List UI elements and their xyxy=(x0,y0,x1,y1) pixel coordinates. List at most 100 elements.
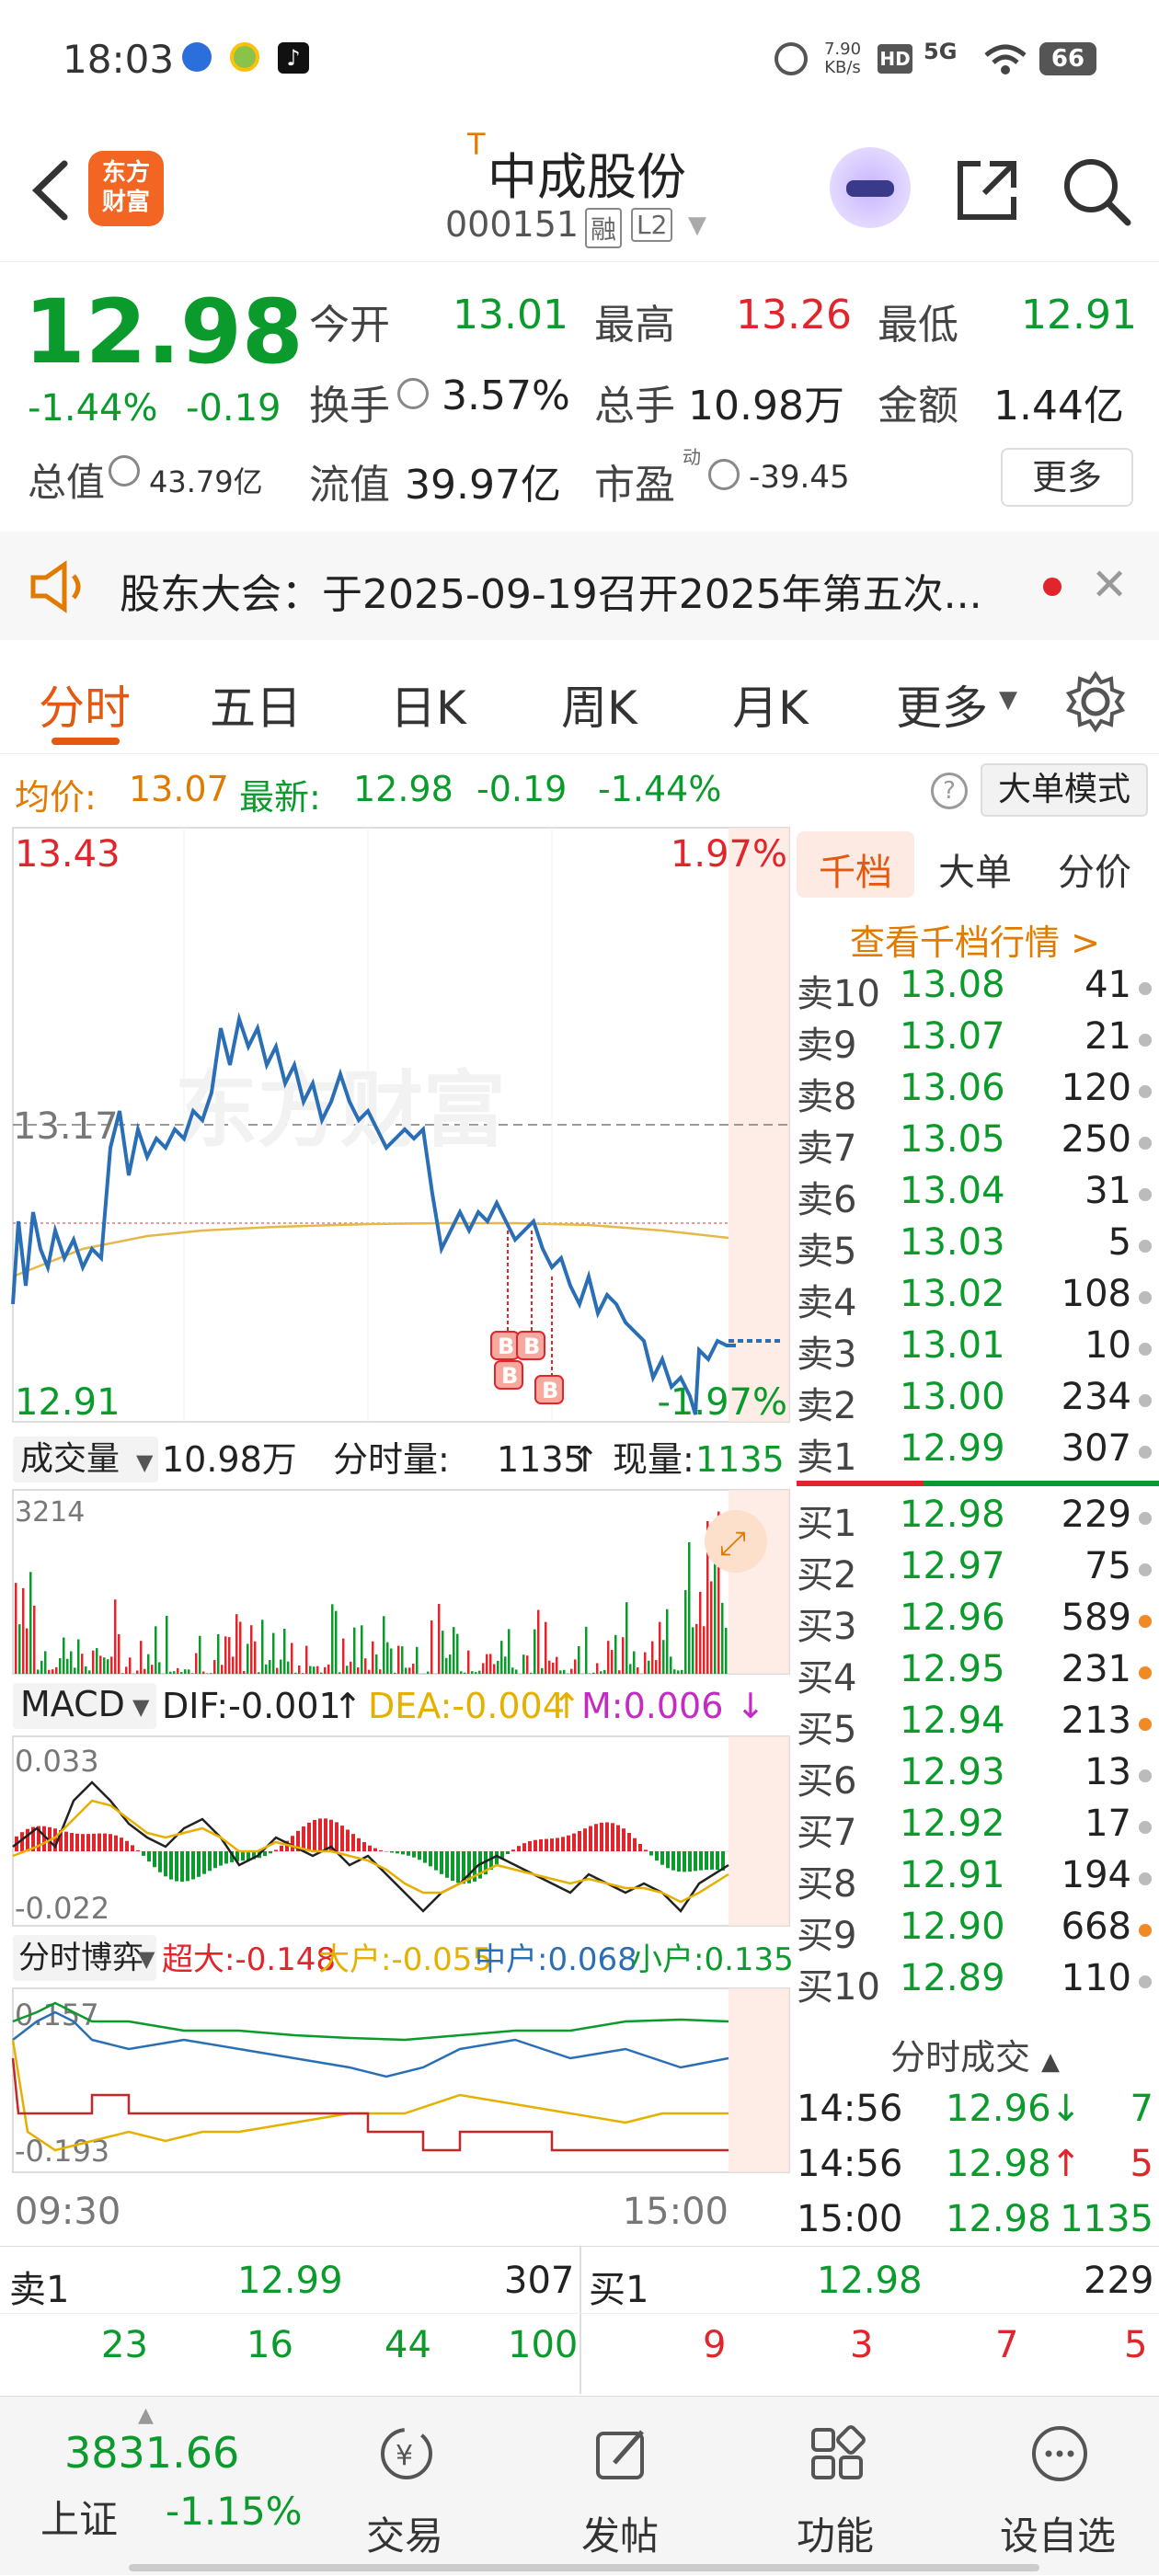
bids-row[interactable]: 买612.9313 xyxy=(791,1751,1159,1803)
asks-row[interactable]: 卖513.035 xyxy=(791,1221,1159,1273)
info-icon[interactable] xyxy=(109,455,140,487)
volume-bar xyxy=(169,1672,172,1674)
volume-bar xyxy=(346,1666,349,1674)
nav-functions[interactable]: 功能 xyxy=(743,2397,927,2576)
tab-5day[interactable]: 五日 xyxy=(210,671,302,738)
macd-bar xyxy=(534,1840,537,1851)
bids-row[interactable]: 买412.95231 xyxy=(791,1648,1159,1700)
help-icon[interactable]: ? xyxy=(931,773,968,809)
tab-more[interactable]: 更多 xyxy=(896,671,988,738)
volume-bar xyxy=(121,1673,124,1674)
volume-bar xyxy=(18,1624,21,1674)
trade-row: 15:0012.981135 xyxy=(791,2198,1159,2251)
nav-watchlist[interactable]: 设自选 xyxy=(966,2397,1150,2576)
ob-tab-dadan[interactable]: 大单 xyxy=(938,842,1012,896)
volume-bars xyxy=(15,1512,728,1674)
volume-bar xyxy=(714,1550,717,1674)
bids-row[interactable]: 买112.98229 xyxy=(791,1494,1159,1545)
bt-buy-num: 7 xyxy=(995,2324,1018,2366)
bids-row[interactable]: 买512.94213 xyxy=(791,1700,1159,1751)
macd-bar xyxy=(280,1846,283,1851)
close-icon[interactable]: ✕ xyxy=(1091,559,1128,611)
asks-row[interactable]: 卖1013.0841 xyxy=(791,964,1159,1015)
bids-row[interactable]: 买712.9217 xyxy=(791,1803,1159,1854)
capital-flow-label[interactable]: 分时博弈 xyxy=(18,1940,143,1976)
volume-bar xyxy=(103,1657,106,1674)
bids-row[interactable]: 买212.9775 xyxy=(791,1545,1159,1597)
bids-level: 买7 xyxy=(797,1803,856,1856)
nav-trade[interactable]: ¥ 交易 xyxy=(313,2397,497,2576)
nav-post[interactable]: 发帖 xyxy=(528,2397,712,2576)
dropdown-icon[interactable]: ▼ xyxy=(688,212,706,239)
volume-bar xyxy=(158,1662,161,1674)
float-label: 流值 xyxy=(309,452,390,510)
macd-bar xyxy=(528,1841,532,1851)
flow-bottom-label: -0.193 xyxy=(15,2134,109,2169)
mktcap-value: 43.79亿 xyxy=(149,459,263,501)
speaker-icon xyxy=(28,559,92,614)
big-order-mode-button[interactable]: 大单模式 xyxy=(981,763,1148,817)
robot-assistant-icon[interactable] xyxy=(830,147,911,228)
notice-bar[interactable]: 股东大会：于2025-09-19召开2025年第五次... ✕ xyxy=(0,532,1159,640)
period-tabs: 分时 五日 日K 周K 月K 更多 ▼ xyxy=(0,644,1159,754)
eastmoney-logo[interactable]: 东方财富 xyxy=(88,151,164,226)
volume-label[interactable]: 成交量 xyxy=(20,1440,120,1478)
ob-tab-qiandang[interactable]: 千档 xyxy=(819,842,892,896)
bids-price: 12.94 xyxy=(900,1700,1005,1742)
info-icon[interactable] xyxy=(708,459,740,490)
intraday-chart-svg[interactable]: 东方财富 13.43 1.97% 13.17 12.91 -1.97% BBBB… xyxy=(0,826,791,2246)
green-app-icon xyxy=(230,42,259,72)
chevron-down-icon: ▼ xyxy=(999,686,1017,714)
tab-week-k[interactable]: 周K xyxy=(561,671,637,738)
asks-row[interactable]: 卖613.0431 xyxy=(791,1170,1159,1221)
share-icon[interactable] xyxy=(953,155,1023,224)
asks-row[interactable]: 卖713.05250 xyxy=(791,1118,1159,1170)
asks-row[interactable]: 卖313.0110 xyxy=(791,1324,1159,1376)
trades-title[interactable]: 分时成交 xyxy=(890,2037,1030,2078)
bids-volume: 213 xyxy=(1061,1700,1131,1742)
volume-bar xyxy=(327,1665,330,1674)
view-depth-link[interactable]: 查看千档行情 > xyxy=(850,914,1100,965)
signal-5g: 5G xyxy=(924,39,957,64)
macd-bar xyxy=(241,1851,245,1860)
more-button[interactable]: 更多 xyxy=(1001,448,1133,507)
paw-app-icon xyxy=(182,42,212,72)
macd-label[interactable]: MACD xyxy=(20,1684,125,1724)
indicator-dot xyxy=(1139,1394,1152,1407)
expand-icon[interactable]: ⤢ xyxy=(719,1525,746,1563)
low-price-label: 12.91 xyxy=(15,1381,120,1424)
info-icon[interactable] xyxy=(397,378,429,409)
trade-price: 12.96 xyxy=(946,2088,1051,2130)
bt-sell-price: 12.99 xyxy=(237,2260,343,2302)
volume-bar xyxy=(464,1673,466,1674)
tab-fenshi[interactable]: 分时 xyxy=(39,671,131,738)
ob-tab-fenjia[interactable]: 分价 xyxy=(1058,842,1131,896)
asks-row[interactable]: 卖112.99307 xyxy=(791,1427,1159,1479)
svg-text:B: B xyxy=(498,1334,514,1359)
asks-row[interactable]: 卖213.00234 xyxy=(791,1376,1159,1427)
volume-bar xyxy=(258,1672,260,1674)
bids-volume: 231 xyxy=(1061,1648,1131,1690)
index-pct: -1.15% xyxy=(166,2489,303,2534)
macd-bar xyxy=(694,1851,697,1871)
svg-text:↓: ↓ xyxy=(736,1686,765,1726)
bids-row[interactable]: 买912.90668 xyxy=(791,1906,1159,1957)
asks-row[interactable]: 卖913.0721 xyxy=(791,1015,1159,1067)
indicator-dot xyxy=(1139,1769,1152,1782)
asks-row[interactable]: 卖813.06120 xyxy=(791,1067,1159,1118)
tab-month-k[interactable]: 月K xyxy=(732,671,809,738)
back-icon[interactable] xyxy=(26,158,81,223)
bids-level: 买10 xyxy=(797,1957,880,2010)
bids-row[interactable]: 买1012.89110 xyxy=(791,1957,1159,2009)
bids-level: 买3 xyxy=(797,1597,856,1650)
net-speed-unit: KB/s xyxy=(824,58,861,77)
bids-row[interactable]: 买812.91194 xyxy=(791,1854,1159,1906)
asks-row[interactable]: 卖413.02108 xyxy=(791,1273,1159,1324)
tab-day-k[interactable]: 日K xyxy=(390,671,466,738)
index-ticker[interactable]: ▲ 3831.66 上证 -1.15% xyxy=(0,2397,313,2576)
gear-icon[interactable] xyxy=(1063,670,1128,734)
bids-row[interactable]: 买312.96589 xyxy=(791,1597,1159,1648)
flow-small-line xyxy=(13,2003,729,2040)
search-icon[interactable] xyxy=(1060,155,1133,228)
volume-bar xyxy=(15,1583,17,1674)
